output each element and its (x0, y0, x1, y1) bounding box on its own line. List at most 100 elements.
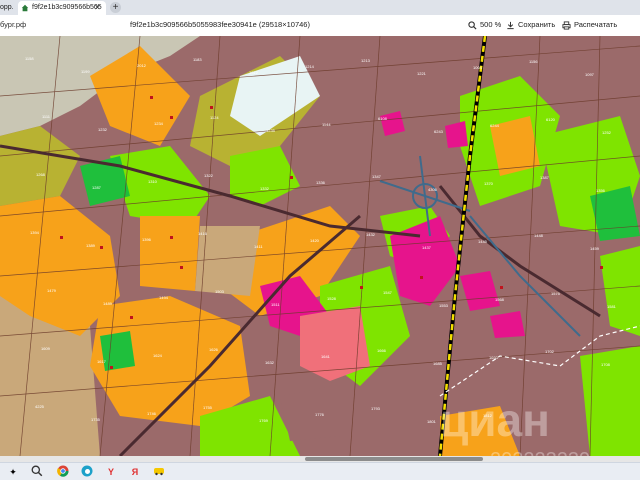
parcel-label: 1528 (327, 296, 337, 301)
parcel-label: 1232 (98, 127, 108, 132)
parcel-label: 1755 (203, 405, 213, 410)
watermark-text: циан (440, 394, 550, 446)
parcel-label: 1235 (266, 128, 276, 133)
parcel-label: 1004 (473, 65, 483, 70)
zoom-button[interactable]: 500 % (468, 18, 501, 32)
parcel-label: 1547 (383, 290, 393, 295)
save-label: Сохранить (518, 20, 556, 29)
parcel-label: 1111 (42, 114, 51, 119)
parcel-label: 1793 (371, 406, 381, 411)
parcel-label: 1693 (489, 355, 499, 360)
parcel-label: 1624 (153, 353, 163, 358)
parcel-label: 1389 (86, 243, 96, 248)
parcel-label: 1252 (602, 130, 612, 135)
print-button[interactable]: Распечатать (562, 18, 617, 32)
chrome-icon[interactable] (56, 465, 70, 479)
parcel-label: 1489 (103, 301, 113, 306)
parcel-label: 1336 (316, 180, 326, 185)
parcel-label: 1394 (30, 230, 40, 235)
taxi-icon[interactable] (152, 465, 166, 479)
parcel-label: 1310 (148, 179, 158, 184)
parcel-label: 1332 (260, 186, 270, 191)
parcel-label: 1268 (36, 172, 46, 177)
parcel-label: 6243 (434, 129, 444, 134)
parcel-label: 1685 (433, 361, 443, 366)
parcel-label: 1234 (154, 121, 164, 126)
tab-strip: орр. f9f2e1b3c909566b505 ✕ + (0, 0, 640, 15)
parcel-label: 1581 (607, 304, 617, 309)
tab-previous[interactable]: орр. (0, 1, 16, 15)
parcel-label: 1666 (377, 348, 387, 353)
new-tab-button[interactable]: + (110, 2, 121, 13)
parcel-label: 1735 (91, 417, 101, 422)
printer-icon (562, 20, 571, 30)
parcel-label: 1214 (305, 64, 315, 69)
parcel-label: 1511 (271, 302, 280, 307)
yandex-icon[interactable]: Y (104, 465, 118, 479)
parcel-label: 1387 (540, 175, 550, 180)
parcel-label: 1641 (321, 354, 331, 359)
parcel-label: 6120 (546, 117, 556, 122)
parcel-label: 1322 (204, 173, 214, 178)
yandex-browser-icon[interactable]: Я (128, 465, 142, 479)
start-icon[interactable]: ✦ (6, 465, 20, 479)
parcel-label: 1503 (215, 289, 225, 294)
save-button[interactable]: Сохранить (506, 18, 555, 32)
parcel-label: 1632 (265, 360, 275, 365)
search-icon[interactable] (30, 465, 44, 479)
parcel-label: 2012 (137, 63, 147, 68)
taskbar: ✦ Y Я (0, 462, 640, 480)
parcel-label: 1183 (193, 57, 202, 62)
parcel-label: 1801 (427, 419, 437, 424)
parcel-label: 1626 (209, 347, 219, 352)
parcel-label: 1702 (545, 349, 555, 354)
tab-label: f9f2e1b3c909566b505 (32, 4, 102, 11)
parcel-label: 1213 (361, 58, 371, 63)
parcel-label: 1575 (551, 291, 561, 296)
tab-active[interactable]: f9f2e1b3c909566b505 (18, 1, 106, 15)
zoom-label: 500 % (480, 20, 502, 29)
parcel-label: 1347 (372, 174, 382, 179)
parcel-label: 1144 (322, 122, 331, 127)
parcel-label: 1708 (601, 362, 611, 367)
parcel-label: 1479 (47, 288, 57, 293)
house-icon (21, 4, 29, 12)
map-image[interactable]: 1158 1199 2012 1183 1012 1214 1213 1221 1004 1156… (0, 36, 640, 456)
parcel-label: 1445 (478, 239, 488, 244)
parcel-label: 1416 (198, 231, 208, 236)
download-icon (507, 21, 514, 29)
zoning-map: 1158 1199 2012 1183 1012 1214 1213 1221 1004 1156… (0, 36, 640, 456)
address-toolbar: бург.рф f9f2e1b3c909566b5055983fee30941e… (0, 15, 640, 37)
parcel-label: 1097 (585, 72, 595, 77)
print-label: Распечатать (574, 20, 618, 29)
parcel-label: 4225 (35, 404, 45, 409)
parcel-label: 1287 (92, 185, 102, 190)
parcel-label: 1158 (25, 56, 34, 61)
parcel-label: 1432 (366, 232, 376, 237)
parcel-label: 1609 (41, 346, 51, 351)
parcel-label: 1356 (596, 188, 606, 193)
parcel-label: 1124 (210, 115, 219, 120)
parcel-label: 6244 (490, 123, 500, 128)
parcel-label: 1448 (534, 233, 544, 238)
parcel-label: 1411 (254, 244, 263, 249)
watermark-id: 202223239 (490, 449, 590, 456)
scrollbar-thumb[interactable] (305, 457, 483, 461)
parcel-label: 1769 (259, 418, 269, 423)
parcel-label: 1776 (315, 412, 325, 417)
address-path[interactable]: f9f2e1b3c909566b5055983fee30941e (29518×… (130, 20, 310, 29)
parcel-label: 1746 (147, 411, 157, 416)
parcel-label: 1396 (142, 237, 152, 242)
parcel-label: 6108 (378, 116, 388, 121)
tab-close-icon[interactable]: ✕ (94, 1, 101, 15)
parcel-label: 1494 (159, 295, 169, 300)
parcel-label: 1156 (529, 59, 538, 64)
address-host[interactable]: бург.рф (0, 20, 26, 29)
browser-window: орр. f9f2e1b3c909566b505 ✕ + бург.рф f9f… (0, 0, 640, 480)
parcel-label: 4306 (428, 187, 438, 192)
edge-icon[interactable] (80, 465, 94, 479)
parcel-label: 1617 (97, 359, 107, 364)
parcel-label: 1221 (417, 71, 427, 76)
parcel-label: 1199 (81, 69, 90, 74)
parcel-label: 1012 (249, 70, 259, 75)
